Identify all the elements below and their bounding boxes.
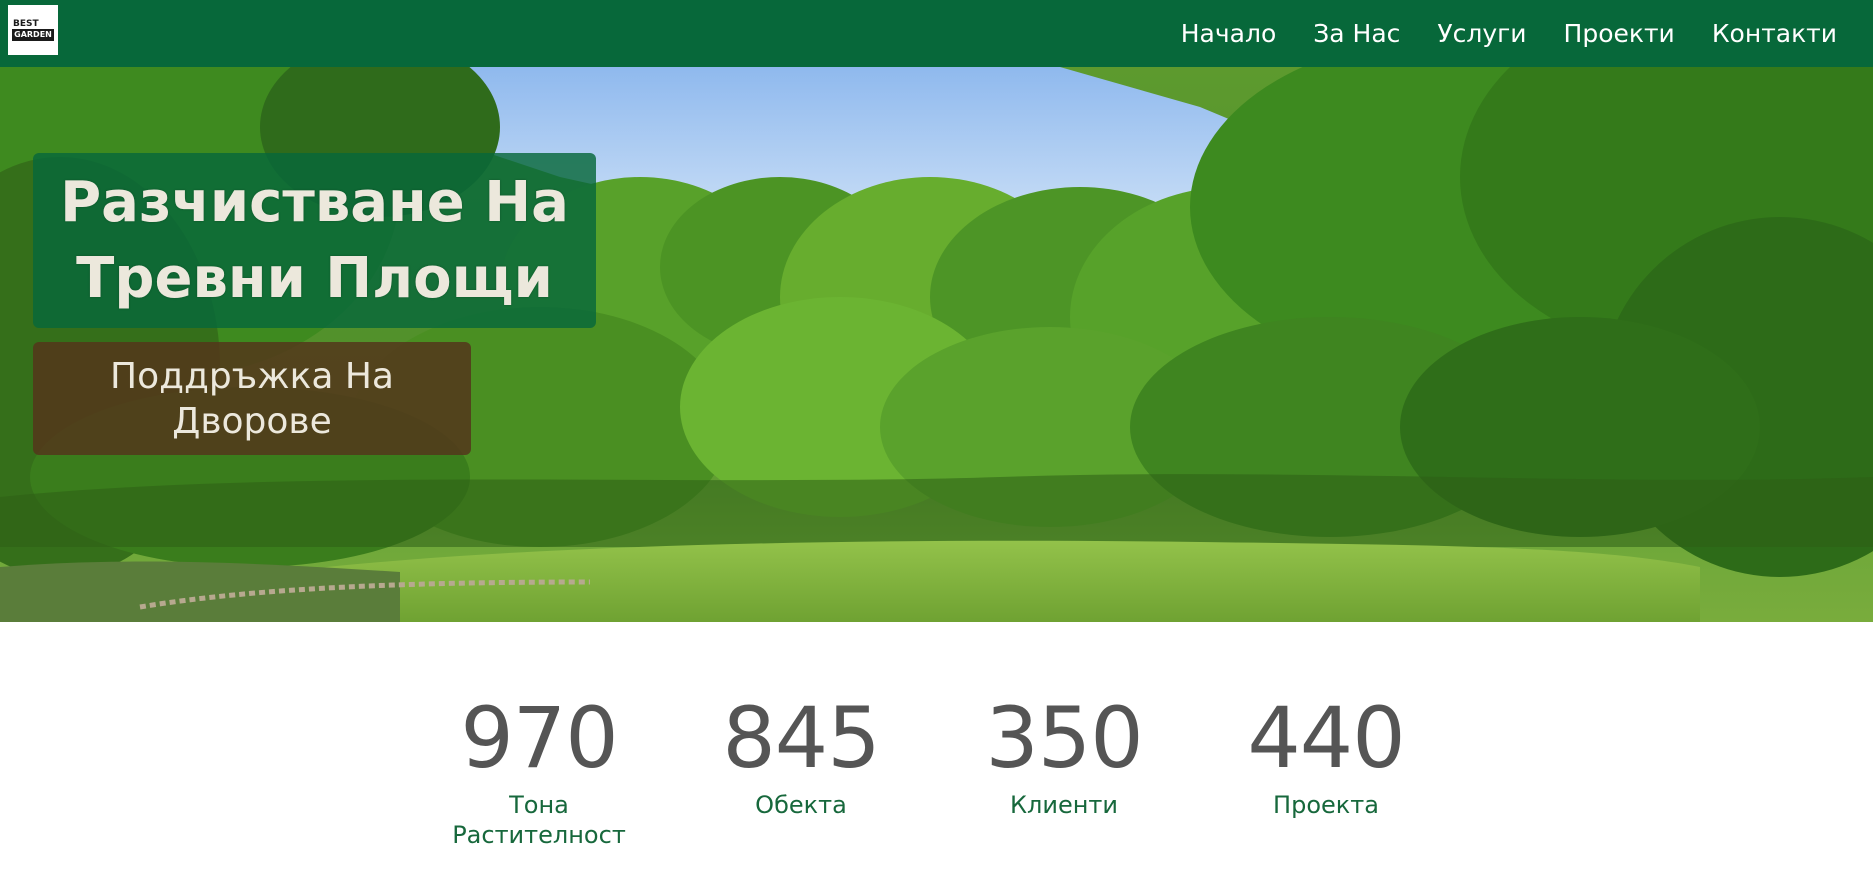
logo-text-top: BEST <box>13 19 39 29</box>
nav-link-services[interactable]: Услуги <box>1437 19 1526 48</box>
stat-value: 845 <box>722 689 880 787</box>
nav-link-contacts[interactable]: Контакти <box>1712 19 1837 48</box>
nav-link-home[interactable]: Начало <box>1181 19 1276 48</box>
stat-value: 440 <box>1247 689 1405 787</box>
navbar: BEST GARDEN Начало За Нас Услуги Проекти… <box>0 0 1873 67</box>
stat-item: 845 Обекта <box>691 690 911 820</box>
hero-title: Разчистване На Тревни Площи <box>60 169 569 311</box>
stat-value: 970 <box>460 689 618 787</box>
nav-link-projects[interactable]: Проекти <box>1564 19 1675 48</box>
hero-subtitle: Поддръжка На Дворове <box>110 355 394 442</box>
stat-label: Тона Растителност <box>452 791 626 849</box>
hero-banner: Разчистване На Тревни Площи Поддръжка На… <box>0 67 1873 622</box>
stat-item: 970 Тона Растителност <box>429 690 649 850</box>
stat-item: 440 Проекта <box>1216 690 1436 820</box>
nav-link-about[interactable]: За Нас <box>1313 19 1400 48</box>
hero-subtitle-box: Поддръжка На Дворове <box>33 342 471 455</box>
stat-label: Проекта <box>1273 791 1379 819</box>
main-nav: Начало За Нас Услуги Проекти Контакти <box>1144 0 1837 67</box>
stats-section: 970 Тона Растителност 845 Обекта 350 Кли… <box>0 622 1873 871</box>
stat-label: Клиенти <box>1009 791 1118 819</box>
stat-value: 350 <box>985 689 1143 787</box>
logo-text-bottom: GARDEN <box>12 29 54 41</box>
hero-title-box: Разчистване На Тревни Площи <box>33 153 596 328</box>
brand-logo[interactable]: BEST GARDEN <box>8 5 58 55</box>
stat-label: Обекта <box>755 791 847 819</box>
stat-item: 350 Клиенти <box>954 690 1174 820</box>
